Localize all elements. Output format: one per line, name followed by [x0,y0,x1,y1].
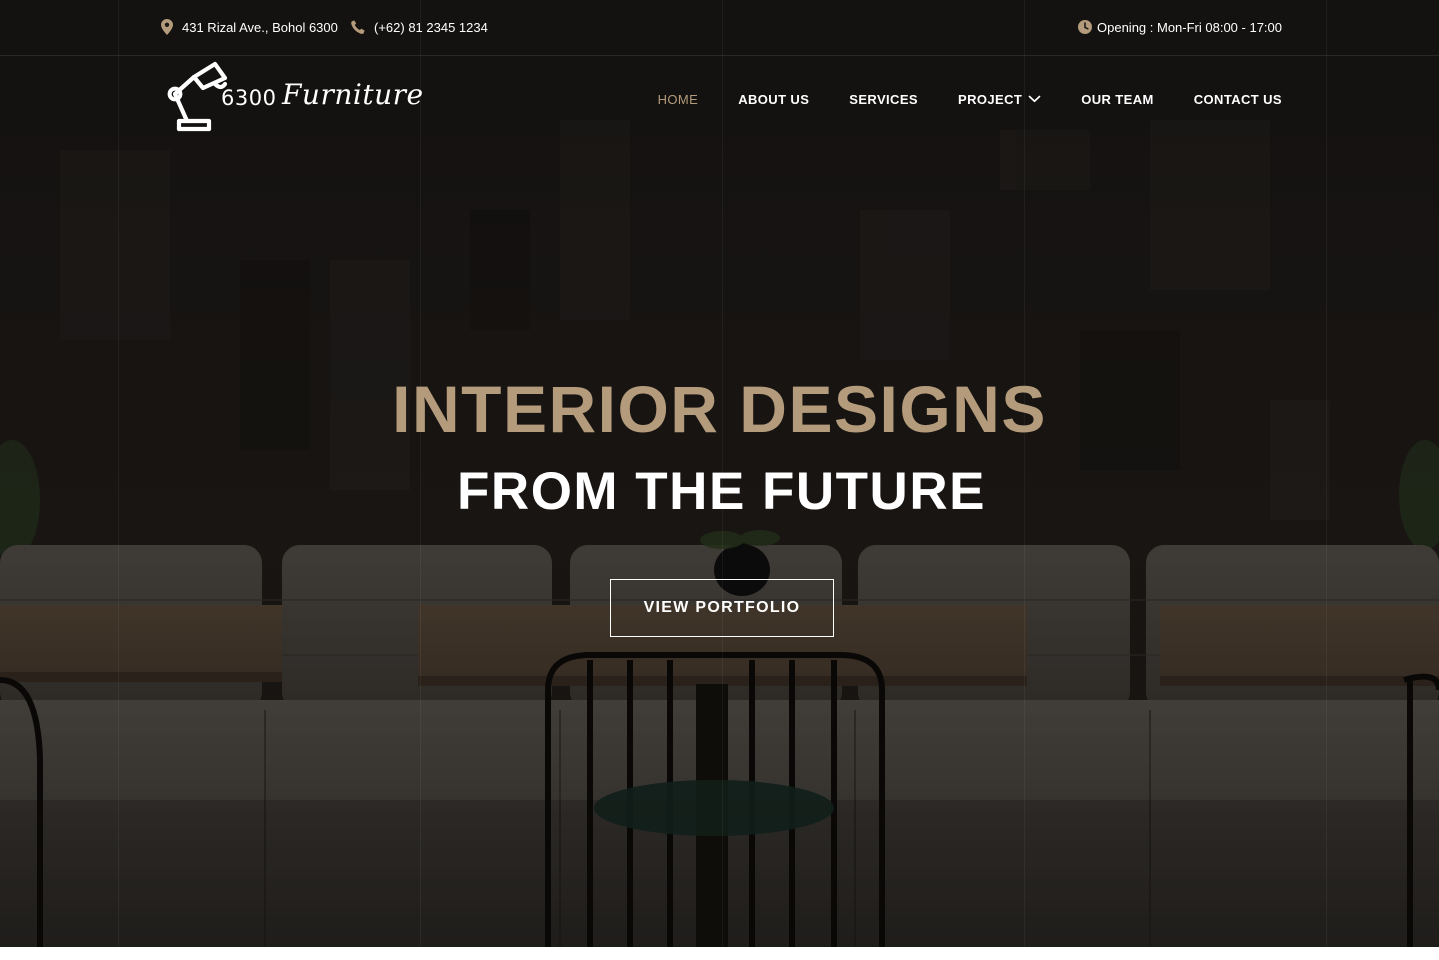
nav-item-home[interactable]: HOME [658,92,699,107]
nav-item-about-us[interactable]: ABOUT US [738,92,809,107]
site-logo[interactable]: 6300 Furniture [163,60,423,134]
nav-item-label: PROJECT [958,91,1023,107]
nav-item-label: OUR TEAM [1081,91,1154,107]
view-portfolio-label: VIEW PORTFOLIO [643,599,801,616]
opening-hours-info: Opening : Mon-Fri 08:00 - 17:00 [1078,18,1282,36]
logo-number: 6300 [221,86,277,110]
nav-item-project[interactable]: PROJECT [958,92,1041,107]
desk-lamp-icon [167,61,228,132]
view-portfolio-button[interactable]: VIEW PORTFOLIO [610,579,834,637]
main-navigation: HOME ABOUT US SERVICES PROJECT OUR TEAM … [658,90,1282,108]
nav-item-contact-us[interactable]: CONTACT US [1194,92,1282,107]
nav-item-label: CONTACT US [1193,91,1282,107]
chevron-down-icon [1028,95,1041,103]
opening-hours-text: Opening : Mon-Fri 08:00 - 17:00 [1097,19,1282,35]
hero-title: INTERIOR DESIGNS [392,372,1047,446]
nav-item-label: ABOUT US [738,91,810,107]
clock-icon [1078,20,1092,34]
hero-section: 431 Rizal Ave., Bohol 6300 (+62) 81 2345… [0,0,1439,947]
nav-item-label: SERVICES [849,91,918,107]
phone-icon [351,20,365,34]
nav-item-services[interactable]: SERVICES [849,92,918,107]
address-text: 431 Rizal Ave., Bohol 6300 [182,19,338,35]
nav-item-label: HOME [657,91,699,107]
hero-subtitle: FROM THE FUTURE [457,462,986,521]
phone-text: (+62) 81 2345 1234 [374,19,488,35]
nav-item-our-team[interactable]: OUR TEAM [1081,92,1154,107]
logo-wordmark: Furniture [282,78,424,111]
phone-info[interactable]: (+62) 81 2345 1234 [351,18,488,36]
map-pin-icon [161,19,173,35]
top-info-bar: 431 Rizal Ave., Bohol 6300 (+62) 81 2345… [0,0,1439,56]
address-info: 431 Rizal Ave., Bohol 6300 [161,18,338,36]
